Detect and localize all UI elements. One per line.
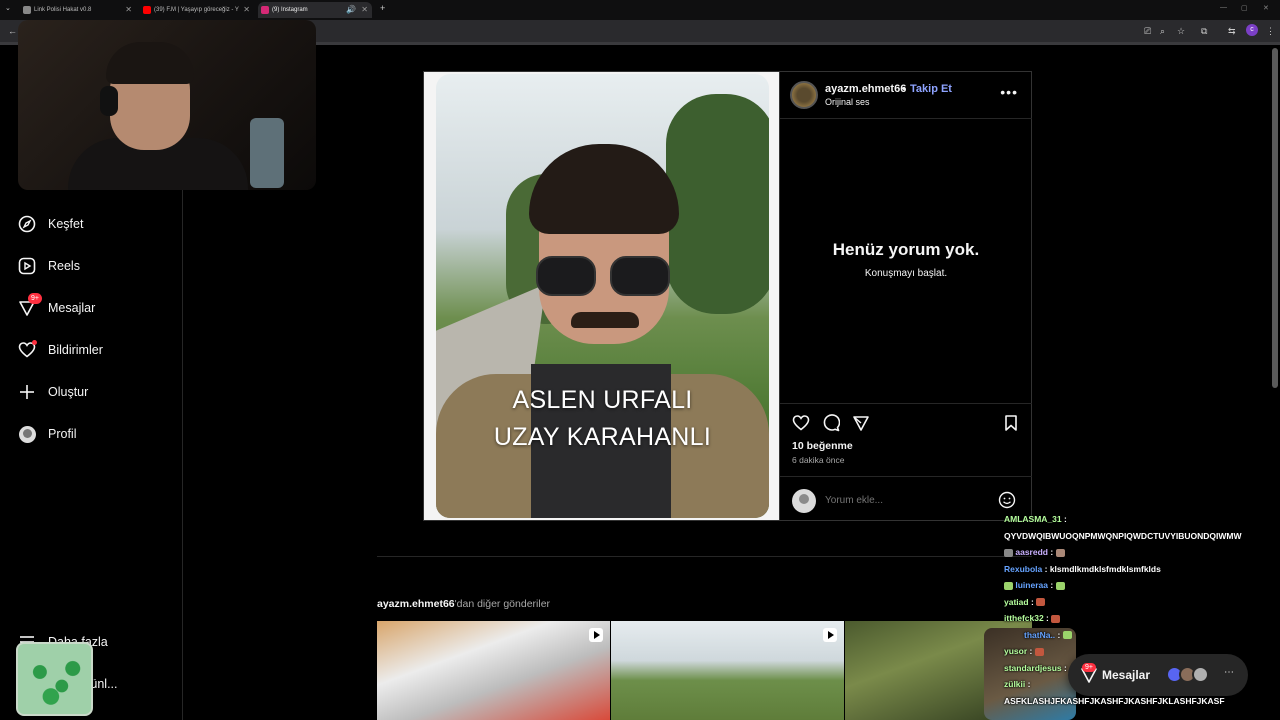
close-icon[interactable]: ✕	[243, 2, 250, 18]
separator-dot: •	[902, 83, 906, 95]
follow-button[interactable]: Takip Et	[910, 83, 952, 95]
more-posts-username[interactable]: ayazm.ehmet66	[377, 598, 455, 610]
start-conversation-text: Konuşmayı başlat.	[864, 268, 948, 279]
sidebar-item-create[interactable]: Oluştur	[18, 380, 88, 404]
zoom-icon[interactable]: ⌕	[1160, 26, 1165, 37]
youtube-favicon-icon	[143, 6, 151, 14]
share-icon[interactable]	[852, 414, 870, 437]
page-scrollbar[interactable]	[1272, 48, 1278, 388]
tab-favicon-icon	[23, 6, 31, 14]
post-thumbnail[interactable]	[377, 621, 610, 720]
reels-icon	[18, 257, 36, 275]
sidebar-item-reels[interactable]: Reels	[18, 254, 80, 278]
comment-input[interactable]	[825, 495, 975, 506]
reel-video[interactable]: ASLEN URFALI UZAY KARAHANLI	[436, 74, 769, 518]
streamer-webcam	[18, 20, 316, 190]
more-posts-title: ayazm.ehmet66'dan diğer gönderiler	[377, 598, 550, 610]
more-options-icon[interactable]: •••	[1000, 84, 1018, 100]
maximize-icon[interactable]: ▢	[1241, 4, 1248, 12]
chat-username: zülkii	[1004, 679, 1026, 689]
tab-title: (9) Instagram	[272, 7, 308, 13]
sidebar-item-label: Mesajlar	[48, 301, 96, 315]
post-header: ayazm.ehmet66 • Takip Et Orijinal ses ••…	[780, 72, 1032, 119]
post-username[interactable]: ayazm.ehmet66	[825, 83, 906, 95]
speaker-icon[interactable]: 🔊	[346, 2, 356, 18]
compass-icon	[18, 215, 36, 233]
sidebar-item-explore[interactable]: Keşfet	[18, 212, 83, 236]
post-media[interactable]: ASLEN URFALI UZAY KARAHANLI	[423, 71, 780, 521]
browser-tab-3[interactable]: (9) Instagram 🔊 ✕	[258, 2, 372, 18]
bookmark-star-icon[interactable]: ☆	[1177, 26, 1185, 37]
commenter-avatar	[792, 489, 816, 513]
chat-message: klsmdlkmdklsfmdklsmfklds	[1049, 563, 1161, 574]
chat-message: QYVDWQIBWUOQNPMWQNPIQWDCTUVYIBUONDQIWMW	[1004, 530, 1242, 541]
extension-icon[interactable]: ⇆	[1228, 26, 1236, 37]
actions-divider	[780, 403, 1032, 404]
heart-icon	[18, 340, 37, 359]
reel-icon	[589, 628, 603, 642]
clover-jar-overlay	[16, 642, 93, 716]
comment-row	[780, 476, 1032, 522]
minimize-icon[interactable]: —	[1220, 4, 1227, 11]
comment-icon[interactable]	[822, 414, 841, 437]
sidebar-item-label: Bildirimler	[48, 343, 103, 357]
tab-title: (39) F.M | Yaşayıp göreceğiz - Y	[154, 7, 239, 13]
messenger-icon: 9+	[18, 293, 42, 317]
chat-username: thatNa..	[1024, 629, 1056, 640]
no-comments-title: Henüz yorum yok.	[832, 240, 980, 259]
extensions-icon[interactable]: ⧉	[1201, 26, 1207, 37]
sidebar-item-notifications[interactable]: Bildirimler	[18, 338, 103, 362]
save-bookmark-icon[interactable]	[1002, 414, 1020, 437]
plus-icon	[18, 383, 36, 401]
sidebar-item-label: Keşfet	[48, 217, 84, 231]
browser-tab-2[interactable]: (39) F.M | Yaşayıp göreceğiz - Y ✕	[140, 2, 254, 18]
close-icon[interactable]: ✕	[125, 2, 132, 18]
section-divider	[377, 556, 1032, 557]
browser-tab-1[interactable]: Link Polisi Hakat v0.8 ✕	[20, 2, 136, 18]
close-icon[interactable]: ✕	[361, 2, 368, 18]
chat-username: Rexubola	[1004, 563, 1043, 574]
like-heart-icon[interactable]	[792, 414, 810, 437]
new-tab-button[interactable]: +	[380, 3, 385, 13]
notification-badge: 9+	[28, 293, 42, 304]
sidebar-item-label: Reels	[48, 259, 80, 273]
chat-username: aasredd	[1015, 547, 1048, 557]
post-thumbnail[interactable]	[611, 621, 844, 720]
chat-message: ASFKLASHJFKASHFJKASHFJKASHFJKLASHFJKASF	[1004, 695, 1225, 706]
sidebar-item-messages[interactable]: 9+ Mesajlar	[18, 293, 96, 320]
profile-avatar[interactable]: c	[1246, 24, 1258, 36]
post-time-ago: 6 dakika önce	[792, 455, 845, 465]
sidebar-item-label: Profil	[48, 427, 77, 441]
stream-chat-overlay: AMLASMA_31 : QYVDWQIBWUOQNPMWQNPIQWDCTUV…	[1004, 511, 1280, 709]
browser-tab-bar: ⌄ Link Polisi Hakat v0.8 ✕ (39) F.M | Ya…	[0, 0, 1280, 20]
chat-username: standardjesus	[1004, 662, 1062, 673]
avatar-icon	[18, 425, 36, 443]
menu-icon[interactable]: ⋮	[1266, 26, 1275, 37]
tab-search-icon[interactable]: ⌄	[5, 4, 11, 12]
user-avatar[interactable]	[790, 81, 818, 109]
reel-icon	[823, 628, 837, 642]
post-panel: ayazm.ehmet66 • Takip Et Orijinal ses ••…	[780, 71, 1032, 521]
chat-username: yatiad	[1004, 596, 1029, 607]
video-caption-line-1: ASLEN URFALI	[512, 386, 693, 414]
chat-username: yusor	[1004, 646, 1028, 656]
chat-username: itthefck32	[1004, 613, 1044, 623]
more-posts-suffix: 'dan diğer gönderiler	[454, 598, 551, 610]
instagram-favicon-icon	[261, 6, 269, 14]
notification-dot	[32, 340, 37, 345]
audio-label[interactable]: Orijinal ses	[825, 97, 870, 107]
likes-count[interactable]: 10 beğenme	[792, 440, 853, 452]
tab-title: Link Polisi Hakat v0.8	[34, 7, 92, 13]
close-window-icon[interactable]: ✕	[1263, 4, 1269, 12]
chat-username: luineraa	[1015, 580, 1048, 590]
chat-username: AMLASMA_31	[1004, 514, 1062, 524]
video-caption-line-2: UZAY KARAHANLI	[493, 423, 712, 451]
sidebar-item-label: Oluştur	[48, 385, 89, 399]
install-icon[interactable]: ⎚	[1144, 26, 1151, 37]
sidebar-item-profile[interactable]: Profil	[18, 422, 76, 446]
back-icon[interactable]: ←	[8, 26, 17, 36]
